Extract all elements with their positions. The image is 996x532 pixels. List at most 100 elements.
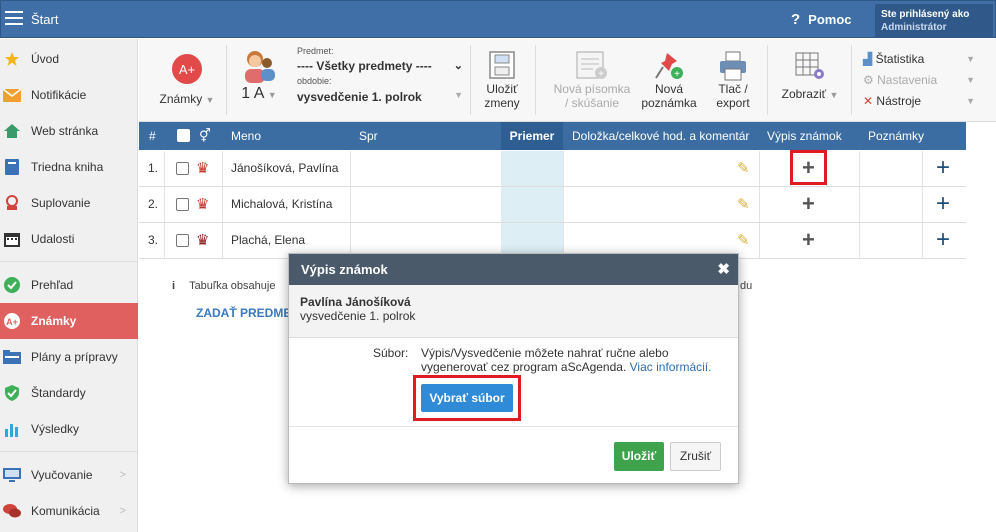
add-note-icon[interactable]: +	[936, 156, 950, 180]
sidebar-item-label: Triedna kniha	[31, 160, 104, 174]
print-export-button[interactable]: Tlač / export	[705, 51, 761, 110]
top-bar: Štart ? Pomoc Ste prihlásený ako Administ…	[0, 0, 996, 38]
sidebar-item-vysledky[interactable]: Výsledky	[0, 411, 138, 447]
sidebar-item-plany[interactable]: Plány a prípravy	[0, 339, 138, 375]
more-info-link[interactable]: Viac informácií.	[630, 360, 712, 374]
save-label-2: zmeny	[484, 96, 520, 110]
period-select[interactable]: vysvedčenie 1. polrok ▼	[297, 90, 463, 104]
female-student-icon: ♛	[196, 196, 210, 213]
grades-menu-button[interactable]: A+ Známky ▼	[157, 54, 217, 107]
header-spr[interactable]: Spr	[359, 122, 378, 150]
sidebar-item-prehlad[interactable]: Prehľad	[0, 267, 138, 303]
add-note-icon[interactable]: +	[936, 192, 950, 216]
help-button[interactable]: ? Pomoc	[791, 11, 852, 28]
save-label-1: Uložiť	[486, 82, 518, 96]
student-name[interactable]: Jánošíková, Pavlína	[231, 151, 338, 186]
average-cell[interactable]	[501, 151, 563, 186]
student-name[interactable]: Michalová, Kristína	[231, 187, 332, 222]
misc-menu: ▟ Štatistika ▼ ⚙ Nastavenia ▼ ✕ Nástroje ▼	[863, 49, 975, 112]
sidebar-item-vyucovanie[interactable]: Vyučovanie >	[0, 457, 138, 493]
caret-down-icon: ▼	[966, 75, 975, 85]
cancel-button[interactable]: Zrušiť	[670, 442, 721, 471]
student-name: Pavlína Jánošíková	[300, 295, 411, 309]
sidebar-item-label: Známky	[31, 314, 77, 328]
info-text-end: du	[740, 280, 753, 292]
settings-menu-item[interactable]: ⚙ Nastavenia ▼	[863, 70, 975, 91]
save-document-icon	[489, 51, 515, 79]
save-button[interactable]: Uložiť	[614, 442, 664, 471]
info-message: Tabuľka obsahuje	[189, 280, 276, 292]
sidebar-item-suplovanie[interactable]: Suplovanie	[0, 185, 138, 221]
table-row: 2. ♛ Michalová, Kristína ✎ + +	[139, 187, 966, 223]
select-all-checkbox[interactable]	[177, 129, 190, 142]
row-checkbox[interactable]	[176, 198, 189, 211]
subject-period-panel: Predmet: ---- Všetky predmety ---- ⌄ obd…	[297, 46, 463, 104]
pencil-icon[interactable]: ✎	[737, 187, 750, 222]
sidebar-item-uvod[interactable]: Úvod	[0, 41, 138, 77]
divider	[164, 187, 165, 222]
sidebar-item-web[interactable]: Web stránka	[0, 113, 138, 149]
sidebar-item-notifikacie[interactable]: Notifikácie	[0, 77, 138, 113]
sidebar-item-komunikacia[interactable]: Komunikácia >	[0, 493, 138, 529]
dialog-title: Výpis známok	[301, 262, 388, 277]
row-number: 3.	[148, 233, 159, 247]
header-name[interactable]: Meno	[231, 122, 261, 150]
table-header: # ⚥ Meno Spr Priemer Doložka/celkové hod…	[139, 122, 966, 150]
female-student-icon: ♛	[196, 232, 210, 249]
divider	[222, 187, 223, 222]
header-report[interactable]: Výpis známok	[767, 122, 842, 150]
class-selector[interactable]: 1 A ▼	[235, 49, 283, 102]
sidebar-item-label: Plány a prípravy	[31, 350, 118, 364]
save-changes-button[interactable]: Uložiť zmeny	[477, 51, 527, 110]
header-clause[interactable]: Doložka/celkové hod. a komentár	[572, 122, 749, 150]
divider	[859, 187, 860, 222]
divider	[859, 151, 860, 186]
user-box[interactable]: Ste prihlásený ako Administrátor	[875, 4, 993, 37]
sidebar-item-standardy[interactable]: Štandardy	[0, 375, 138, 411]
toolbar: A+ Známky ▼ 1 A ▼ Predmet: ---- Všetky p…	[139, 39, 996, 122]
print-label-2: export	[716, 96, 750, 110]
average-cell[interactable]	[501, 187, 563, 222]
sidebar-item-triedna-kniha[interactable]: Triedna kniha	[0, 149, 138, 185]
settings-label: Nastavenia	[877, 73, 938, 87]
add-note-icon[interactable]: +	[936, 228, 950, 252]
row-checkbox[interactable]	[176, 162, 189, 175]
divider	[563, 187, 564, 222]
caret-down-icon: ▼	[454, 90, 463, 100]
female-student-icon: ♛	[196, 160, 210, 177]
bar-chart-icon	[3, 421, 21, 437]
header-notes[interactable]: Poznámky	[868, 122, 924, 150]
close-icon[interactable]: ✖	[717, 254, 730, 285]
sidebar-item-udalosti[interactable]: Udalosti	[0, 221, 138, 257]
dialog-divider	[289, 426, 738, 427]
info-icon: i	[172, 280, 176, 292]
dialog-header: Výpis známok ✖	[289, 254, 738, 285]
hamburger-menu-icon[interactable]	[5, 11, 23, 25]
row-checkbox[interactable]	[176, 234, 189, 247]
house-icon	[3, 123, 21, 139]
class-label: 1 A	[241, 85, 265, 102]
new-test-label-1: Nová písomka	[553, 82, 631, 96]
chevron-right-icon: >	[119, 469, 126, 481]
svg-text:+: +	[674, 69, 680, 80]
row-number: 2.	[148, 197, 159, 211]
add-report-icon[interactable]: +	[802, 229, 815, 251]
pencil-icon[interactable]: ✎	[737, 151, 750, 186]
new-note-button[interactable]: + Nová poznámka	[641, 51, 697, 110]
add-subjects-link[interactable]: ZADAŤ PREDME	[196, 306, 291, 320]
sidebar-item-znamky[interactable]: A+ Známky	[0, 303, 138, 339]
divider	[563, 151, 564, 186]
add-report-icon[interactable]: +	[802, 193, 815, 215]
divider	[859, 223, 860, 258]
statistics-menu-item[interactable]: ▟ Štatistika ▼	[863, 49, 975, 70]
period-value: vysvedčenie 1. polrok	[297, 90, 422, 104]
app-title[interactable]: Štart	[31, 12, 58, 27]
new-test-button[interactable]: + Nová písomka / skúšanie	[547, 51, 637, 110]
subject-select[interactable]: ---- Všetky predmety ---- ⌄	[297, 59, 463, 73]
header-average[interactable]: Priemer	[501, 122, 563, 150]
gender-icon[interactable]: ⚥	[199, 122, 211, 150]
view-menu-button[interactable]: Zobraziť ▼	[775, 51, 845, 102]
sidebar-item-label: Prehľad	[31, 278, 74, 292]
tools-menu-item[interactable]: ✕ Nástroje ▼	[863, 91, 975, 112]
chevron-down-icon: ⌄	[453, 60, 463, 72]
